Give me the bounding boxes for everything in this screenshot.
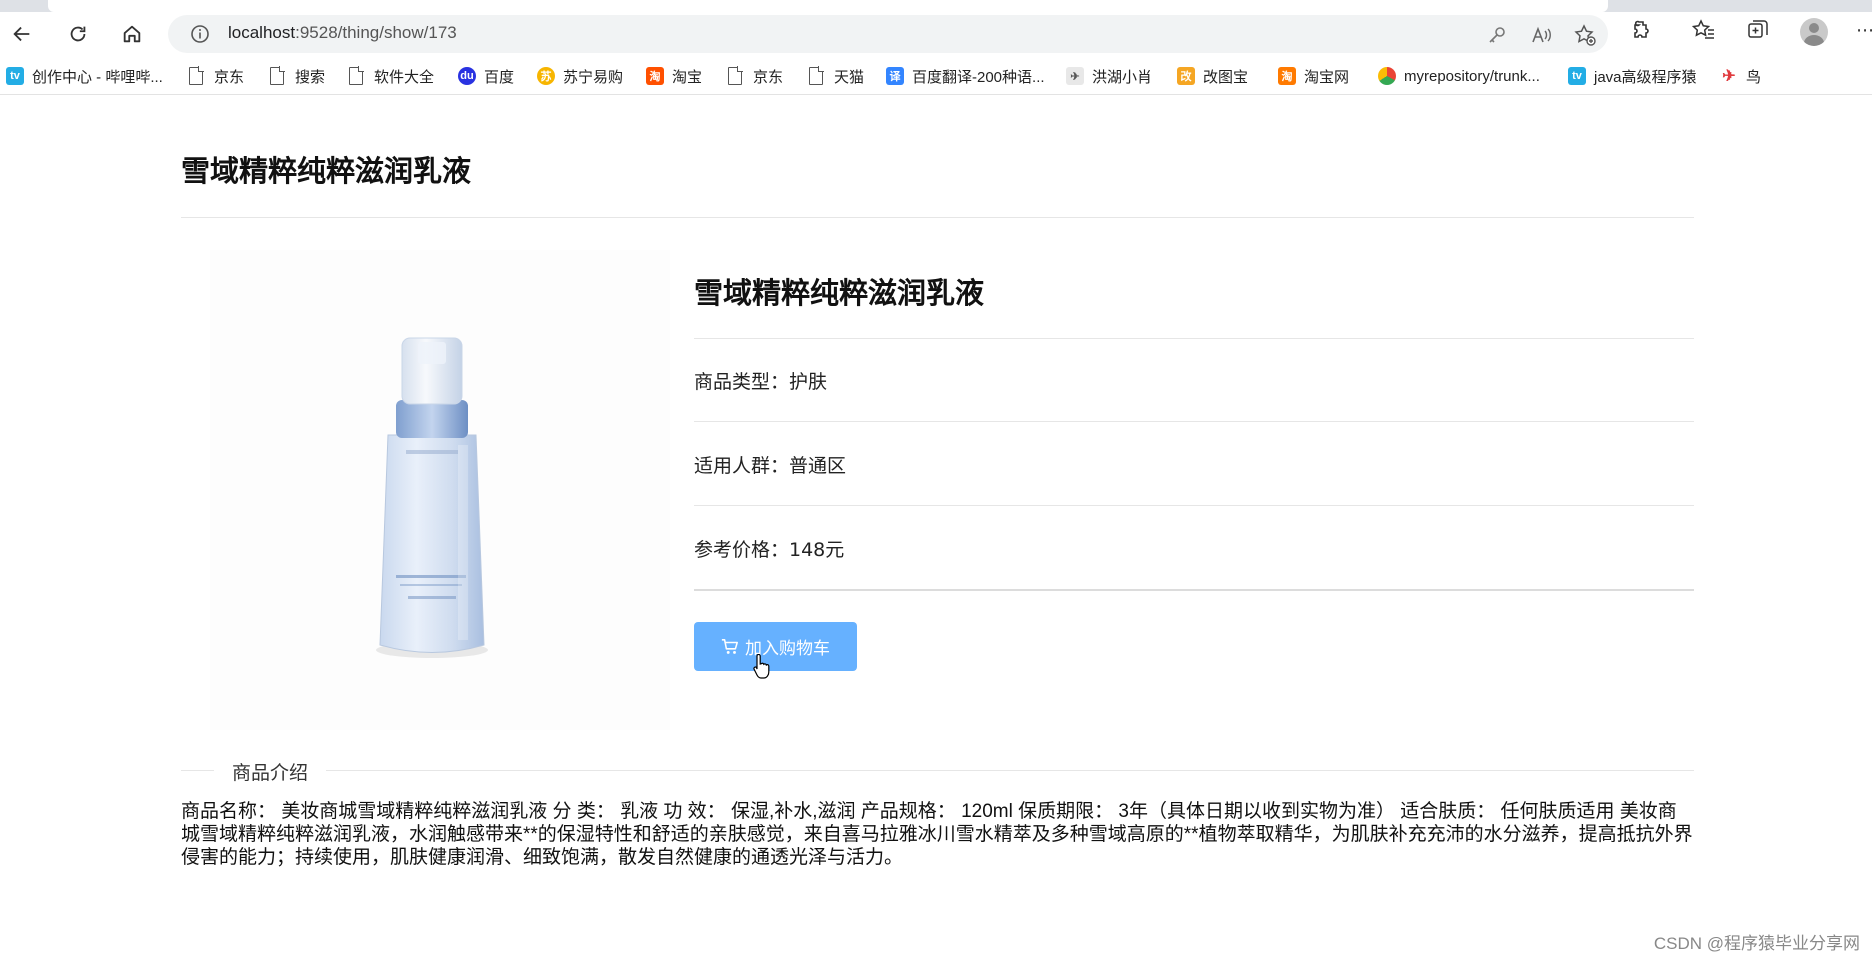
bookmark-item[interactable]: 淘淘宝 [646,65,702,87]
bird-icon: ✈ [1066,67,1084,85]
row-divider [694,421,1694,422]
row-divider [694,505,1694,506]
taobao-icon: 淘 [1278,67,1296,85]
gaitubao-icon: 改 [1177,67,1195,85]
bookmark-item[interactable]: tv java高级程序猿 [1568,65,1697,87]
profile-avatar[interactable] [1800,18,1828,46]
bilibili-icon: tv [6,67,24,85]
reload-icon [70,26,86,42]
bookmark-item[interactable]: ✈ 洪湖小肖 [1066,65,1152,87]
taobao-icon: 淘 [646,67,664,85]
row-divider [694,338,1694,339]
reload-button[interactable] [60,18,96,50]
product-type: 商品类型：护肤 [694,371,828,393]
bookmark-item[interactable]: 苏苏宁易购 [537,65,623,87]
browser-toolbar: localhost:9528/thing/show/173 ⋯ [0,12,1872,56]
favorites-icon[interactable] [1692,18,1716,42]
bird-red-icon: ✈ [1720,67,1738,85]
bookmark-item[interactable]: 译百度翻译-200种语... [886,65,1045,87]
baidu-paw-icon: du [458,67,476,85]
bookmark-item[interactable]: 淘淘宝网 [1278,65,1349,87]
hand-cursor-icon [753,654,770,679]
site-info-icon[interactable] [190,24,210,44]
reference-price: 参考价格：148元 [694,539,845,561]
bookmark-item[interactable]: tv 创作中心 - 哔哩哔... [6,65,163,87]
intro-heading: 商品介绍 [214,758,327,785]
page-icon [349,66,364,85]
suning-icon: 苏 [537,67,555,85]
read-aloud-icon[interactable] [1530,24,1552,46]
bookmark-item[interactable]: 京东 [186,65,244,87]
bookmark-item[interactable]: 天猫 [806,65,864,87]
home-icon [123,25,141,43]
page-icon [270,66,285,85]
target-audience: 适用人群：普通区 [694,455,847,477]
url-text[interactable]: localhost:9528/thing/show/173 [228,23,457,43]
watermark: CSDN @程序猿毕业分享网 [1653,934,1860,953]
intro-divider [181,770,1694,771]
add-favorite-icon[interactable] [1574,24,1596,46]
bookmark-item[interactable]: du 百度 [458,65,514,87]
bookmark-item[interactable]: 京东 [725,65,783,87]
product-image [210,250,670,730]
lotion-bottle-icon [376,337,488,658]
row-divider [694,589,1694,591]
title-divider [181,217,1694,218]
tab-strip [0,0,1872,12]
collections-icon[interactable] [1746,18,1770,42]
bilibili-icon: tv [1568,67,1586,85]
product-name: 雪域精粹纯粹滋润乳液 [694,276,985,310]
back-arrow-icon [13,26,30,42]
page-icon [189,66,204,85]
shopping-cart-icon [721,638,738,654]
home-button[interactable] [114,18,150,50]
extensions-icon[interactable] [1630,18,1654,42]
bookmarks-bar: tv 创作中心 - 哔哩哔... 京东 搜索 软件大全 du 百度 苏苏宁易购 淘淘… [0,58,1872,95]
back-button[interactable] [4,18,40,50]
add-to-cart-button[interactable]: 加入购物车 [694,622,857,671]
key-icon[interactable] [1486,24,1508,46]
bookmark-item[interactable]: ✈ 鸟 [1720,65,1761,87]
product-description: 商品名称： 美妆商城雪域精粹纯粹滋润乳液 分 类： 乳液 功 效： 保湿,补水,… [181,801,1693,868]
bookmark-item[interactable]: 搜索 [267,65,325,87]
active-tab[interactable] [48,0,1608,12]
page-icon [728,66,743,85]
bookmark-item[interactable]: 软件大全 [346,65,434,87]
page-title: 雪域精粹纯粹滋润乳液 [181,154,472,188]
page-icon [809,66,824,85]
bookmark-item[interactable]: 改改图宝 [1177,65,1248,87]
bookmark-item[interactable]: myrepository/trunk... [1378,65,1540,87]
baidu-translate-icon: 译 [886,67,904,85]
more-menu-icon[interactable]: ⋯ [1856,20,1872,41]
chrome-icon [1378,67,1396,85]
address-bar[interactable]: localhost:9528/thing/show/173 [168,15,1608,53]
